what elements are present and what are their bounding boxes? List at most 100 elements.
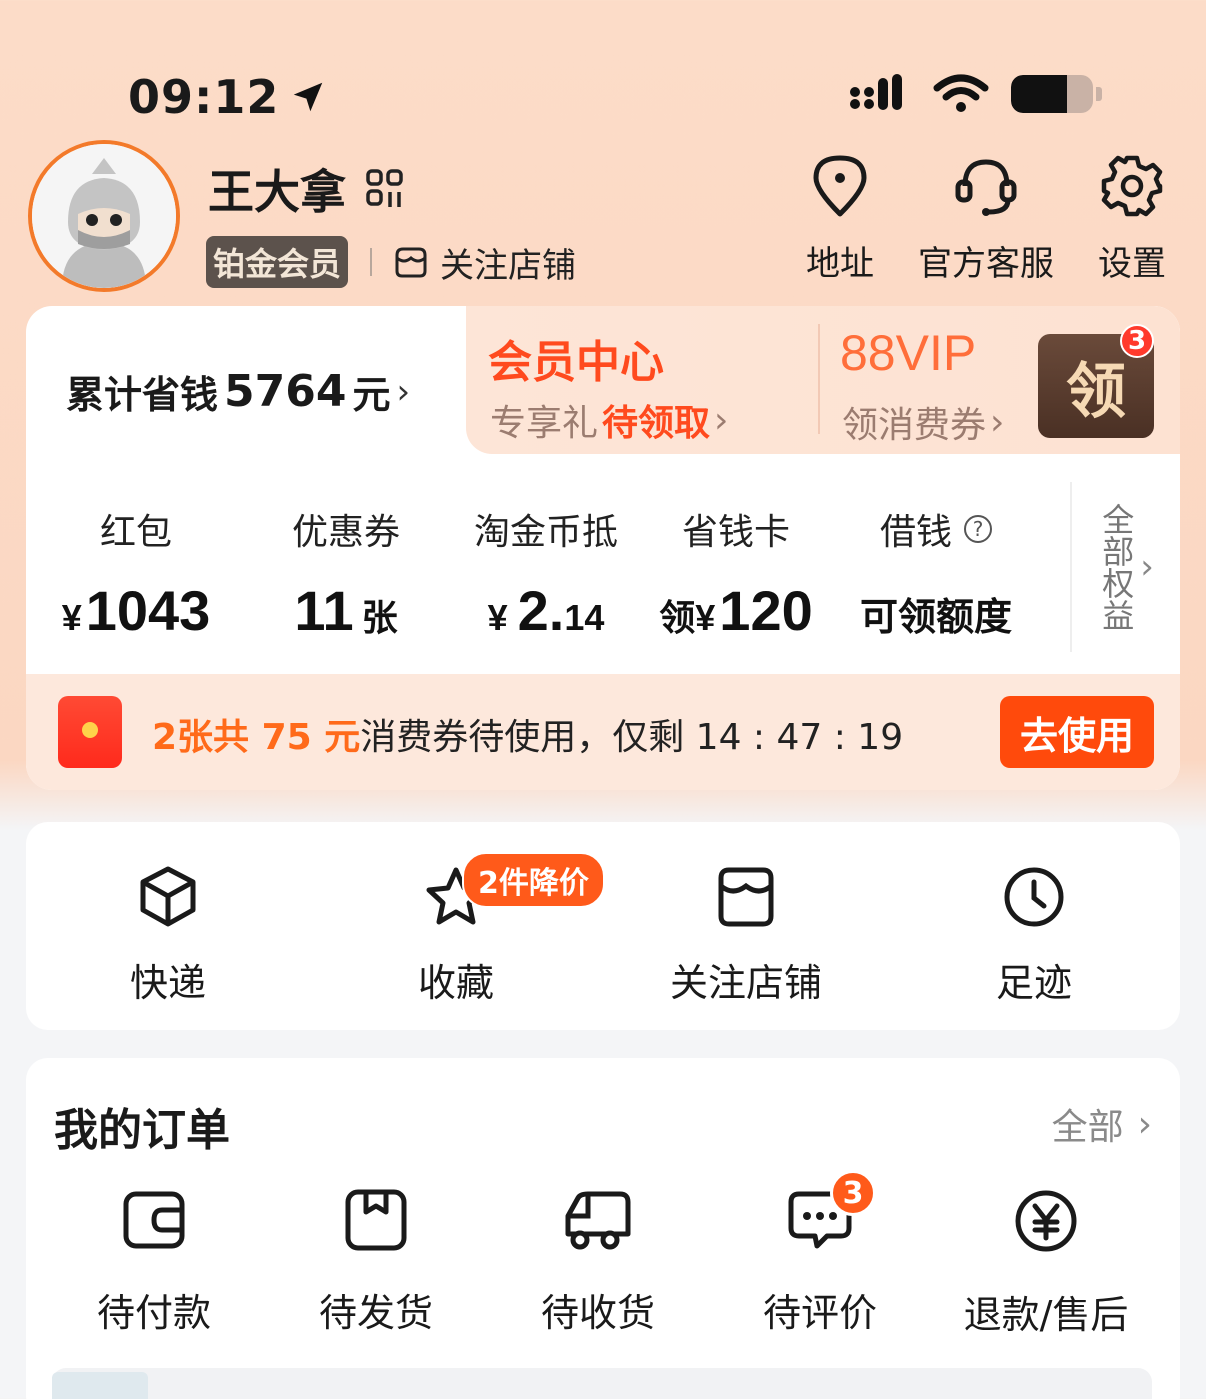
borrow-quota-text: 可领额度 bbox=[859, 597, 1012, 639]
chevron-right-icon: › bbox=[714, 399, 729, 441]
follow-stores-label: 关注店铺 bbox=[440, 245, 577, 286]
stat-label: 省钱卡 bbox=[681, 512, 790, 553]
order-thumbnail bbox=[52, 1372, 148, 1399]
order-pending-receipt[interactable]: 待收货 bbox=[498, 1188, 698, 1337]
price-drop-badge: 2件降价 bbox=[462, 852, 605, 908]
order-label: 待付款 bbox=[96, 1291, 211, 1335]
package-icon bbox=[140, 866, 196, 927]
username: 王大拿 bbox=[208, 165, 346, 219]
orders-all-link[interactable]: 全部 › bbox=[1052, 1098, 1152, 1150]
stat-borrow[interactable]: 借钱 ? 可领额度 bbox=[826, 502, 1046, 643]
stat-red-packet[interactable]: 红包 ¥ 1043 bbox=[26, 502, 246, 643]
customer-service-label: 官方客服 bbox=[918, 244, 1054, 284]
order-pending-payment[interactable]: 待付款 bbox=[54, 1188, 254, 1337]
username-row[interactable]: 王大拿 bbox=[208, 156, 404, 222]
stat-value: ¥ 1043 bbox=[62, 578, 211, 643]
stat-label: 红包 bbox=[99, 512, 172, 553]
coupon-reminder-text: 2张共 75 元 消费券待使用，仅剩 14 : 47 : 19 bbox=[152, 708, 903, 760]
currency-symbol: ¥ bbox=[61, 597, 82, 638]
claim-prefix: 领¥ bbox=[659, 597, 716, 638]
stat-coupons[interactable]: 优惠券 11 张 bbox=[246, 502, 446, 643]
address-button[interactable]: 地址 bbox=[806, 154, 874, 285]
order-label: 退款/售后 bbox=[963, 1293, 1129, 1337]
customer-service-button[interactable]: 官方客服 bbox=[918, 154, 1054, 285]
member-center-sub[interactable]: 专享礼 待领取 › bbox=[490, 394, 728, 446]
use-coupon-button[interactable]: 去使用 bbox=[1000, 696, 1154, 768]
order-pending-shipment[interactable]: 待发货 bbox=[276, 1188, 476, 1337]
stat-number: 2. bbox=[517, 579, 565, 642]
divider bbox=[370, 248, 373, 276]
stat-number: 1043 bbox=[85, 579, 211, 642]
orders-all-label: 全部 bbox=[1051, 1107, 1124, 1148]
status-time: 09:12 bbox=[128, 70, 327, 124]
member-panel: 会员中心 专享礼 待领取 › 88VIP 领消费券 › 领 3 bbox=[466, 306, 1180, 454]
all-rights-label: 全部权益 bbox=[1097, 503, 1136, 631]
order-pending-review[interactable]: 待评价 bbox=[720, 1188, 920, 1337]
orders-card: 我的订单 全部 › 待付款 待发货 待收货 待评价 3 退款/售后 bbox=[26, 1058, 1180, 1399]
headset-icon bbox=[955, 159, 1017, 216]
coupon-reminder-bar: 2张共 75 元 消费券待使用，仅剩 14 : 47 : 19 去使用 bbox=[26, 674, 1180, 790]
store-small-icon bbox=[395, 247, 427, 278]
order-refund-aftersales[interactable]: 退款/售后 bbox=[946, 1188, 1146, 1339]
quick-link-label: 收藏 bbox=[417, 961, 494, 1005]
settings-label: 设置 bbox=[1098, 244, 1166, 284]
quick-link-label: 关注店铺 bbox=[669, 961, 822, 1005]
gear-icon bbox=[1101, 155, 1163, 217]
member-center-title[interactable]: 会员中心 bbox=[488, 326, 664, 390]
wallet-icon bbox=[123, 1191, 185, 1249]
order-label: 待评价 bbox=[762, 1291, 877, 1335]
order-preview-strip[interactable] bbox=[52, 1368, 1152, 1399]
stat-label: 借钱 ? bbox=[880, 502, 992, 556]
chevron-right-icon: › bbox=[990, 401, 1005, 443]
address-label: 地址 bbox=[806, 244, 874, 284]
qr-code-icon[interactable] bbox=[366, 169, 404, 209]
quick-links-card: 快递 收藏 关注店铺 足迹 2件降价 bbox=[26, 822, 1180, 1030]
follow-stores-link[interactable]: 关注店铺 bbox=[394, 238, 576, 287]
quick-link-followed-stores[interactable]: 关注店铺 bbox=[656, 864, 836, 1007]
review-count-badge: 3 bbox=[830, 1170, 876, 1216]
red-packet-icon bbox=[58, 696, 122, 768]
location-arrow-icon bbox=[294, 82, 323, 112]
settings-button[interactable]: 设置 bbox=[1098, 154, 1166, 285]
member-level-badge[interactable]: 铂金会员 bbox=[206, 236, 349, 288]
vip-title[interactable]: 88VIP bbox=[840, 324, 976, 382]
chevron-right-icon: › bbox=[1140, 547, 1154, 587]
avatar-image bbox=[32, 144, 176, 288]
coupon-highlight: 2张共 75 元 bbox=[152, 717, 361, 758]
box-icon bbox=[345, 1189, 407, 1251]
total-savings[interactable]: 累计省钱 5764 元 › bbox=[66, 364, 410, 419]
savings-label: 累计省钱 bbox=[66, 373, 219, 417]
stat-decimal: 14 bbox=[564, 597, 605, 638]
benefit-stats: 红包 ¥ 1043 优惠券 11 张 淘金币抵 ¥ 2. 14 省钱卡 领¥ 1… bbox=[26, 502, 1066, 643]
help-icon[interactable]: ? bbox=[964, 515, 992, 543]
stat-unit: 张 bbox=[361, 597, 398, 638]
quick-link-express[interactable]: 快递 bbox=[78, 864, 258, 1007]
stat-number: 11 bbox=[294, 579, 354, 642]
quick-link-label: 快递 bbox=[129, 961, 206, 1005]
stat-savings-card[interactable]: 省钱卡 领¥ 120 bbox=[646, 502, 826, 643]
location-pin-icon bbox=[813, 155, 867, 217]
currency-symbol: ¥ bbox=[487, 597, 508, 638]
savings-amount: 5764 bbox=[224, 366, 347, 417]
order-label: 待收货 bbox=[540, 1291, 655, 1335]
all-rights-link[interactable]: 全部权益 › bbox=[1070, 482, 1180, 652]
member-center-sub-prefix: 专享礼 bbox=[490, 403, 599, 444]
stat-value: ¥ 2. 14 bbox=[488, 578, 605, 643]
quick-link-history[interactable]: 足迹 bbox=[944, 864, 1124, 1007]
stat-value: 可领额度 bbox=[860, 586, 1012, 641]
avatar[interactable] bbox=[28, 140, 180, 292]
stat-gold-coins[interactable]: 淘金币抵 ¥ 2. 14 bbox=[446, 502, 646, 643]
coupon-countdown-text: 消费券待使用，仅剩 14 : 47 : 19 bbox=[360, 717, 904, 758]
vip-sub[interactable]: 领消费券 › bbox=[842, 396, 1004, 448]
borrow-label: 借钱 bbox=[879, 512, 952, 553]
battery-icon bbox=[1011, 75, 1102, 113]
signal-icon bbox=[850, 74, 902, 110]
quick-link-label: 足迹 bbox=[995, 961, 1072, 1005]
divider bbox=[818, 324, 820, 434]
clock-text: 09:12 bbox=[128, 70, 280, 124]
member-row: 铂金会员 关注店铺 bbox=[206, 236, 576, 288]
status-indicators bbox=[849, 74, 1102, 114]
stat-number: 120 bbox=[719, 579, 813, 642]
yuan-circle-icon bbox=[1015, 1190, 1077, 1252]
benefits-card: 累计省钱 5764 元 › 会员中心 专享礼 待领取 › 88VIP 领消费券 ›… bbox=[26, 306, 1180, 790]
